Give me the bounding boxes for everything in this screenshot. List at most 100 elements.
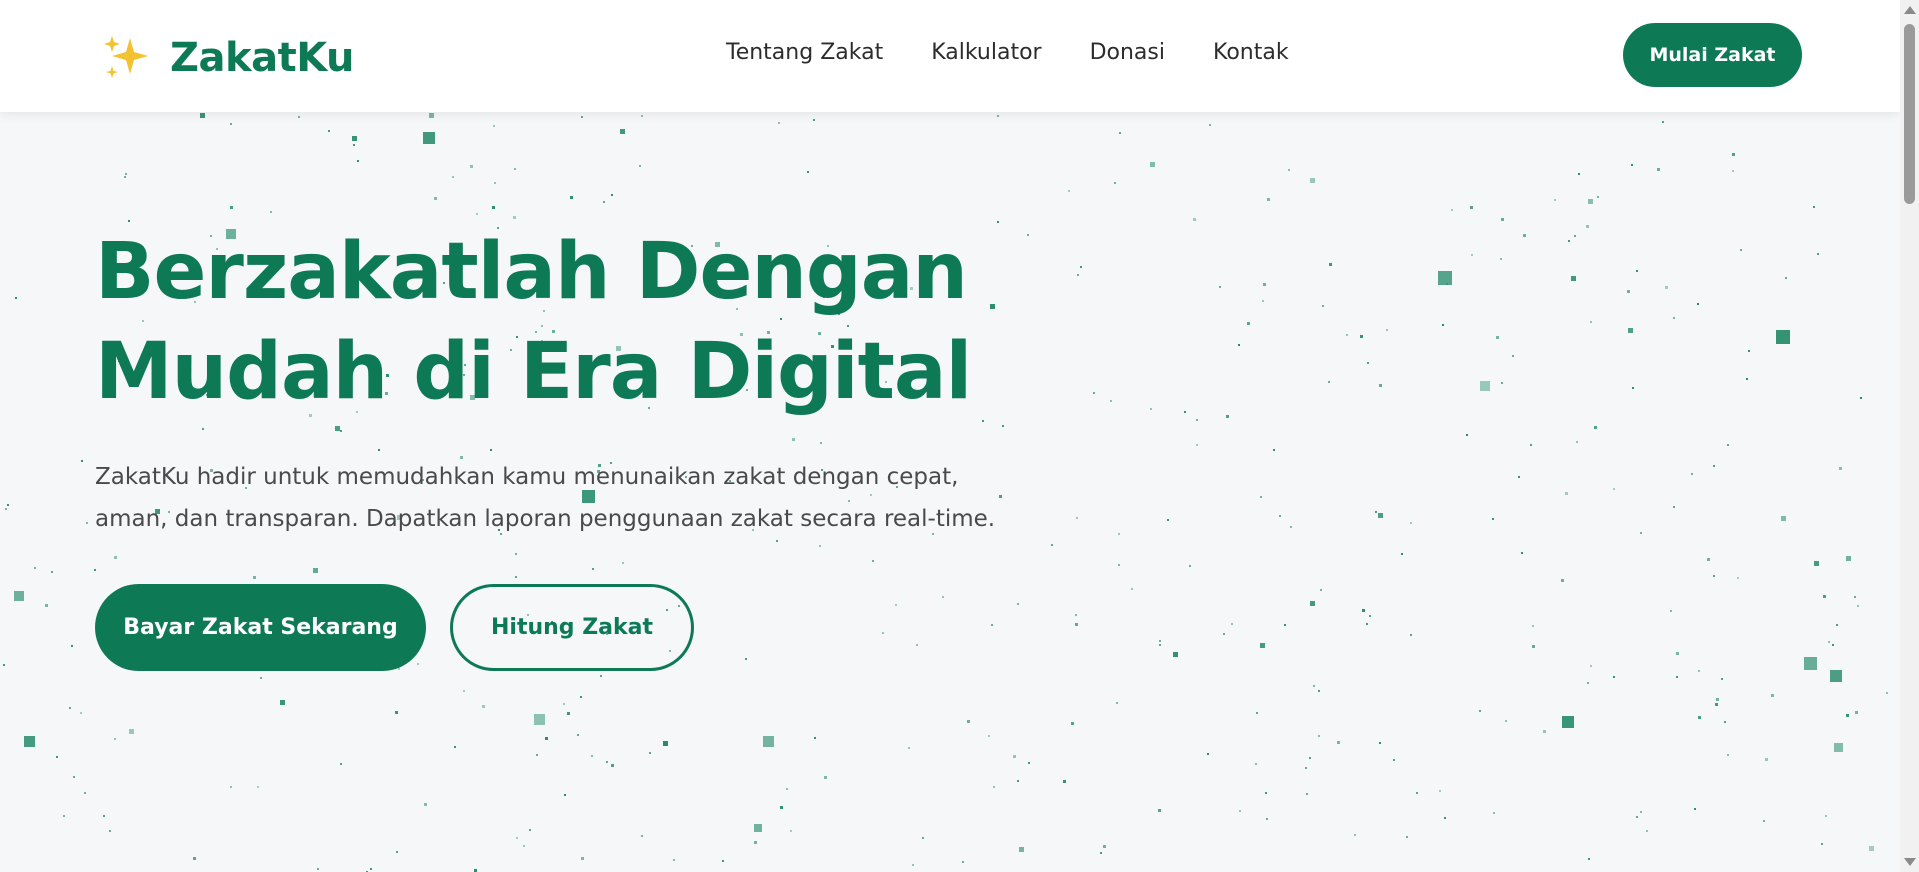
- particle: [1640, 532, 1643, 535]
- hitung-zakat-button[interactable]: Hitung Zakat: [450, 584, 694, 671]
- particle: [1012, 755, 1016, 759]
- particle: [1504, 719, 1507, 722]
- scroll-down-arrow-icon[interactable]: [1904, 858, 1916, 866]
- particle: [1360, 335, 1364, 339]
- nav-link-tentang-zakat[interactable]: Tentang Zakat: [726, 40, 883, 65]
- particle: [1018, 846, 1024, 852]
- particle: [1284, 623, 1287, 626]
- particle: [1410, 522, 1413, 525]
- particle: [1196, 418, 1199, 421]
- particle: [1336, 740, 1340, 744]
- particle: [1673, 506, 1676, 509]
- particle: [1714, 703, 1718, 707]
- particle: [1707, 558, 1711, 562]
- particle: [1131, 587, 1134, 590]
- particle: [15, 297, 17, 300]
- nav-link-kontak[interactable]: Kontak: [1213, 40, 1289, 65]
- particle: [1835, 624, 1838, 627]
- particle: [1585, 224, 1589, 228]
- particle: [1222, 633, 1225, 636]
- brand-logo[interactable]: ZakatKu: [100, 30, 354, 86]
- mulai-zakat-button[interactable]: Mulai Zakat: [1623, 23, 1802, 87]
- particle: [513, 167, 516, 170]
- scroll-up-arrow-icon[interactable]: [1904, 6, 1916, 14]
- particle: [1159, 639, 1162, 642]
- particle: [1860, 397, 1863, 400]
- particle: [591, 755, 594, 758]
- hero-description-line-1: ZakatKu hadir untuk memudahkan kamu menu…: [95, 464, 959, 490]
- particle: [1697, 303, 1700, 306]
- particle: [1017, 780, 1020, 783]
- hero-actions: Bayar Zakat Sekarang Hitung Zakat: [95, 584, 1015, 671]
- particle: [780, 806, 784, 810]
- particle: [562, 702, 565, 705]
- particle: [1266, 817, 1269, 820]
- main-nav: Tentang Zakat Kalkulator Donasi Kontak: [726, 40, 1289, 65]
- particle: [424, 802, 428, 806]
- nav-link-donasi[interactable]: Donasi: [1090, 40, 1165, 65]
- particle: [493, 181, 496, 184]
- particle: [474, 868, 478, 872]
- particle: [1238, 343, 1241, 346]
- particle: [1731, 152, 1735, 156]
- particle: [1636, 815, 1639, 818]
- particle: [1724, 720, 1727, 723]
- particle: [34, 566, 37, 569]
- particle: [599, 674, 602, 677]
- particle: [44, 604, 48, 608]
- particle: [1587, 199, 1593, 205]
- particle: [55, 755, 58, 758]
- particle: [123, 176, 126, 179]
- particle: [1393, 759, 1396, 762]
- particle: [762, 736, 774, 748]
- particle: [352, 136, 358, 142]
- particle: [640, 115, 643, 118]
- particle: [85, 522, 88, 525]
- particle: [1115, 701, 1118, 704]
- particle: [1500, 258, 1503, 261]
- particle: [1523, 233, 1527, 237]
- particle: [1829, 670, 1842, 683]
- particle: [566, 711, 570, 715]
- particle: [428, 113, 434, 119]
- particle: [394, 710, 398, 714]
- particle: [1727, 443, 1730, 446]
- particle: [1362, 609, 1366, 613]
- particle: [1820, 843, 1823, 846]
- particle: [579, 695, 582, 698]
- particle: [1405, 836, 1408, 839]
- particle: [1577, 173, 1580, 176]
- particle: [813, 736, 816, 739]
- particle: [824, 775, 828, 779]
- particle: [1278, 514, 1281, 517]
- particle: [1712, 575, 1715, 578]
- particle: [51, 570, 54, 573]
- particle: [1346, 334, 1349, 336]
- particle: [790, 829, 793, 832]
- particle: [1117, 564, 1120, 567]
- particle: [648, 751, 651, 754]
- scroll-thumb[interactable]: [1904, 24, 1915, 204]
- particle: [1631, 386, 1634, 389]
- particle: [230, 205, 234, 209]
- particle: [1264, 792, 1267, 795]
- bayar-zakat-button[interactable]: Bayar Zakat Sekarang: [95, 584, 426, 671]
- particle: [1613, 676, 1616, 679]
- particle: [1442, 323, 1445, 326]
- particle: [1512, 355, 1515, 358]
- particle: [1354, 834, 1357, 837]
- particle: [1026, 234, 1029, 237]
- particle: [1118, 131, 1121, 134]
- particle: [1857, 604, 1860, 607]
- page-scrollbar[interactable]: [1900, 0, 1919, 872]
- nav-link-kalkulator[interactable]: Kalkulator: [931, 40, 1041, 65]
- particle: [229, 785, 232, 788]
- particle: [1075, 517, 1078, 520]
- particle: [476, 213, 479, 215]
- particle: [469, 164, 473, 168]
- particle: [580, 116, 583, 119]
- particle: [1113, 182, 1116, 184]
- particle: [603, 201, 606, 204]
- particle: [103, 814, 106, 817]
- particle: [1231, 623, 1234, 626]
